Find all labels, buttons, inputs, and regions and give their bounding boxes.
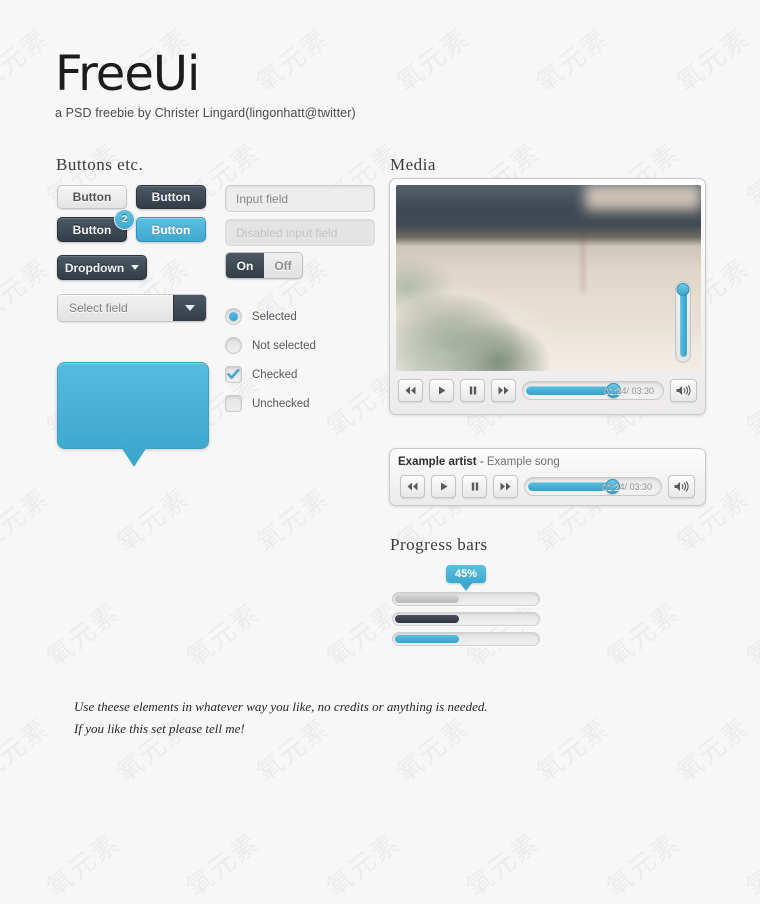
toggle-on-option[interactable]: On: [226, 253, 264, 278]
progress-section-title: Progress bars: [390, 535, 488, 554]
volume-icon[interactable]: [668, 475, 695, 498]
dropdown-label: Dropdown: [64, 260, 125, 275]
watermark-text: 氧元素: [181, 827, 266, 904]
progress-bar[interactable]: [392, 612, 540, 626]
notification-badge: 2: [114, 209, 135, 230]
video-seek-fill: [526, 386, 610, 395]
audio-song: Example song: [486, 456, 560, 468]
forward-icon[interactable]: [493, 475, 518, 498]
checkbox-unchecked-icon[interactable]: [225, 395, 242, 412]
pause-icon[interactable]: [460, 379, 485, 402]
select-field-value: Select field: [69, 301, 128, 315]
select-dropdown-arrow[interactable]: [173, 295, 206, 321]
progress-fill: [395, 595, 459, 603]
progress-bar[interactable]: [392, 592, 540, 606]
option-row-unchecked[interactable]: Unchecked: [225, 395, 316, 412]
media-section-title: Media: [390, 155, 436, 174]
volume-icon[interactable]: [670, 379, 697, 402]
audio-artist: Example artist: [398, 456, 477, 468]
progress-tooltip: 45%: [446, 565, 487, 583]
light-button[interactable]: Button: [57, 185, 127, 209]
badged-button-label: Button: [72, 222, 112, 237]
chevron-down-icon: [185, 305, 195, 311]
options-group: Selected Not selected Checked Unchecked: [225, 308, 316, 424]
play-icon[interactable]: [429, 379, 454, 402]
audio-separator: -: [479, 456, 484, 468]
disabled-input-field: Disabled input field: [225, 219, 375, 246]
audio-player: Example artist - Example song 01:24/ 03:…: [389, 448, 706, 506]
page-subtitle: a PSD freebie by Christer Lingard(lingon…: [55, 106, 356, 120]
speech-bubble: [57, 362, 209, 467]
page-title: FreeUi: [55, 46, 200, 102]
option-label: Checked: [252, 368, 298, 381]
video-controls: 01:24/ 03:30: [396, 379, 699, 402]
check-mark-icon: [227, 369, 240, 379]
option-label: Not selected: [252, 339, 316, 352]
video-time-display: 01:24/ 03:30: [603, 385, 654, 396]
play-icon[interactable]: [431, 475, 456, 498]
video-haze: [396, 281, 564, 371]
watermark-text: 氧元素: [461, 827, 546, 904]
video-player: 01:24/ 03:30: [389, 178, 706, 415]
video-seek-bar[interactable]: 01:24/ 03:30: [522, 381, 664, 400]
radio-selected-icon[interactable]: [225, 308, 242, 325]
pause-icon[interactable]: [462, 475, 487, 498]
footer-line-2: If you like this set please tell me!: [74, 721, 245, 736]
audio-track-info: Example artist - Example song: [398, 456, 697, 468]
audio-seek-fill: [528, 482, 609, 491]
watermark-text: 氧元素: [601, 827, 686, 904]
audio-controls: 01:24/ 03:30: [398, 475, 697, 498]
option-label: Selected: [252, 310, 297, 323]
input-field[interactable]: Input field: [225, 185, 375, 212]
video-thumbnail[interactable]: [396, 185, 701, 371]
dropdown-button[interactable]: Dropdown: [57, 255, 147, 280]
video-wall-crack: [582, 237, 585, 293]
watermark-text: 氧元素: [741, 827, 760, 904]
footer-line-1: Use theese elements in whatever way you …: [74, 699, 488, 714]
volume-slider-vertical[interactable]: [675, 281, 691, 363]
footer-note: Use theese elements in whatever way you …: [74, 696, 488, 740]
audio-seek-bar[interactable]: 01:24/ 03:30: [524, 477, 662, 496]
badged-button[interactable]: Button 2: [57, 209, 135, 242]
rewind-icon[interactable]: [400, 475, 425, 498]
page-header: FreeUi a PSD freebie by Christer Lingard…: [55, 48, 356, 120]
toggle-off-option[interactable]: Off: [264, 253, 302, 278]
chevron-down-icon: [131, 265, 140, 270]
volume-knob[interactable]: [676, 283, 690, 296]
select-field[interactable]: Select field: [57, 294, 207, 322]
option-label: Unchecked: [252, 397, 310, 410]
radio-unselected-icon[interactable]: [225, 337, 242, 354]
audio-time-display: 01:24/ 03:30: [601, 481, 652, 492]
progress-bars-group: [392, 592, 540, 652]
progress-bar[interactable]: [392, 632, 540, 646]
watermark-text: 氧元素: [41, 827, 126, 904]
option-row-checked[interactable]: Checked: [225, 366, 316, 383]
watermark-text: 氧元素: [321, 827, 406, 904]
forward-icon[interactable]: [491, 379, 516, 402]
rewind-icon[interactable]: [398, 379, 423, 402]
progress-fill: [395, 615, 459, 623]
buttons-section-title: Buttons etc.: [56, 155, 144, 174]
option-row-selected[interactable]: Selected: [225, 308, 316, 325]
checkbox-checked-icon[interactable]: [225, 366, 242, 383]
blue-button[interactable]: Button: [136, 217, 206, 242]
option-row-not-selected[interactable]: Not selected: [225, 337, 316, 354]
video-sky-region: [585, 185, 701, 212]
progress-fill: [395, 635, 459, 643]
on-off-toggle[interactable]: On Off: [225, 252, 303, 279]
dark-button[interactable]: Button: [136, 185, 206, 209]
